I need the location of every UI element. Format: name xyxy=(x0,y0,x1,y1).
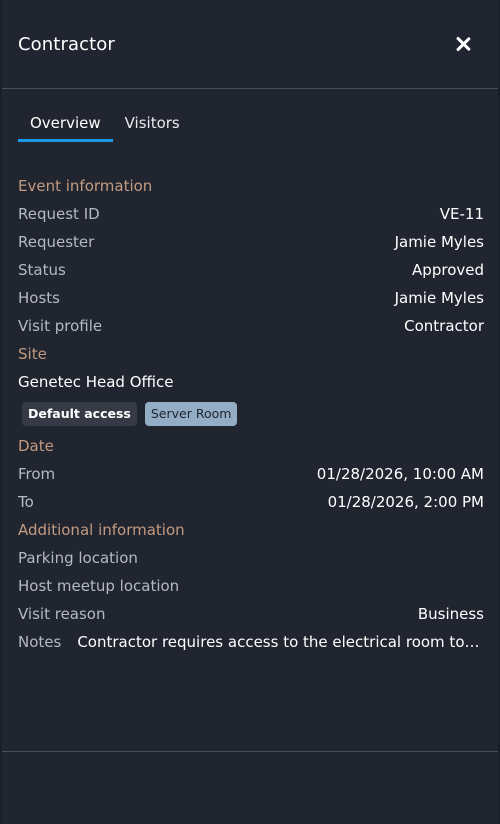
visit-reason-label: Visit reason xyxy=(18,605,106,623)
requester-row: Requester Jamie Myles xyxy=(18,228,484,256)
visit-reason-value: Business xyxy=(417,605,484,623)
host-meetup-label: Host meetup location xyxy=(18,577,180,595)
from-value: 01/28/2026, 10:00 AM xyxy=(316,465,484,483)
notes-row: Notes Contractor requires access to the … xyxy=(18,628,484,656)
hosts-value: Jamie Myles xyxy=(394,289,484,307)
from-label: From xyxy=(18,465,56,483)
date-heading: Date xyxy=(18,437,54,455)
footer-divider xyxy=(2,751,498,752)
request-id-label: Request ID xyxy=(18,205,100,223)
requester-label: Requester xyxy=(18,233,95,251)
site-name: Genetec Head Office xyxy=(18,373,174,391)
details-panel: Contractor Overview Visitors Event infor… xyxy=(0,0,500,824)
notes-value: Contractor requires access to the electr… xyxy=(77,633,484,651)
access-badge-server-room: Server Room xyxy=(144,402,238,426)
parking-location-label: Parking location xyxy=(18,549,138,567)
access-badge-default: Default access xyxy=(22,402,137,426)
overview-content: Event information Request ID VE-11 Reque… xyxy=(2,172,498,656)
access-badges: Default access Server Room xyxy=(22,402,484,426)
from-row: From 01/28/2026, 10:00 AM xyxy=(18,460,484,488)
tab-bar: Overview Visitors xyxy=(2,111,498,142)
panel-title: Contractor xyxy=(18,33,115,55)
to-label: To xyxy=(18,493,34,511)
hosts-row: Hosts Jamie Myles xyxy=(18,284,484,312)
hosts-label: Hosts xyxy=(18,289,60,307)
request-id-row: Request ID VE-11 xyxy=(18,200,484,228)
notes-label: Notes xyxy=(18,633,62,651)
host-meetup-row: Host meetup location xyxy=(18,572,484,600)
status-value: Approved xyxy=(412,261,484,279)
to-value: 01/28/2026, 2:00 PM xyxy=(327,493,484,511)
tab-visitors[interactable]: Visitors xyxy=(113,111,192,139)
site-heading: Site xyxy=(18,345,47,363)
visit-reason-row: Visit reason Business xyxy=(18,600,484,628)
tab-overview[interactable]: Overview xyxy=(18,111,113,142)
requester-value: Jamie Myles xyxy=(394,233,484,251)
close-icon[interactable] xyxy=(452,33,474,55)
visit-profile-label: Visit profile xyxy=(18,317,103,335)
event-information-heading: Event information xyxy=(18,177,153,195)
visit-profile-value: Contractor xyxy=(404,317,484,335)
status-row: Status Approved xyxy=(18,256,484,284)
visit-profile-row: Visit profile Contractor xyxy=(18,312,484,340)
additional-information-heading: Additional information xyxy=(18,521,185,539)
to-row: To 01/28/2026, 2:00 PM xyxy=(18,488,484,516)
parking-location-row: Parking location xyxy=(18,544,484,572)
status-label: Status xyxy=(18,261,66,279)
panel-header: Contractor xyxy=(2,0,498,89)
request-id-value: VE-11 xyxy=(439,205,484,223)
